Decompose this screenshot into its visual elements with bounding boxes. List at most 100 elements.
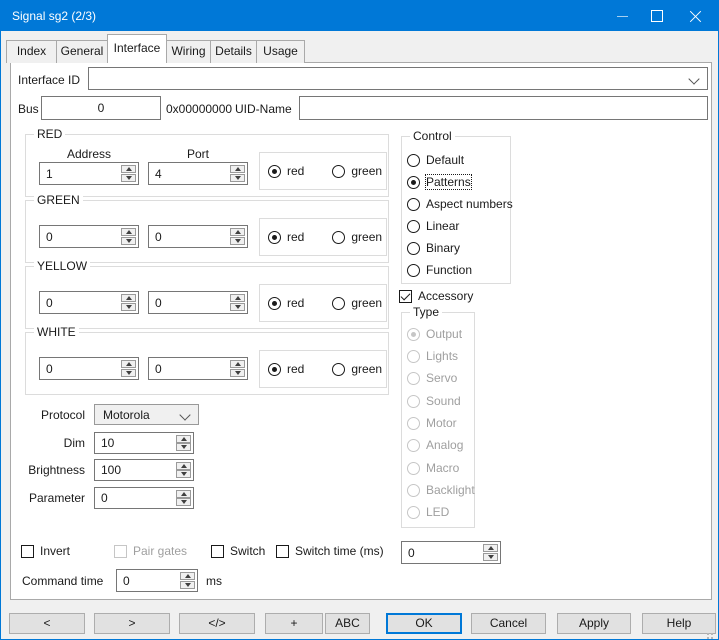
yellow-port-spinner[interactable]: 0 <box>148 291 248 314</box>
spinner-up-button[interactable] <box>176 490 191 498</box>
spinner-up-button[interactable] <box>121 294 136 302</box>
green-address-spinner[interactable]: 0 <box>39 225 139 248</box>
spinner-up-button[interactable] <box>180 572 195 580</box>
type-macro-radio: Macro <box>407 461 459 475</box>
switch-time-checkbox[interactable]: Switch time (ms) <box>276 544 384 558</box>
tab-wiring[interactable]: Wiring <box>166 40 211 63</box>
red-port-label: Port <box>148 147 248 161</box>
spinner-up-button[interactable] <box>230 228 245 236</box>
checkbox-icon <box>211 545 224 558</box>
radio-icon <box>407 242 420 255</box>
group-yellow-title: YELLOW <box>34 259 90 273</box>
apply-button[interactable]: Apply <box>557 613 631 634</box>
red-port-spinner[interactable]: 4 <box>148 162 248 185</box>
white-address-spinner[interactable]: 0 <box>39 357 139 380</box>
green-gate-green-radio[interactable]: green <box>332 230 382 244</box>
protocol-dropdown[interactable]: Motorola <box>94 404 199 425</box>
radio-icon <box>268 363 281 376</box>
spinner-down-button[interactable] <box>121 237 136 245</box>
spinner-down-button[interactable] <box>230 369 245 377</box>
switch-time-spinner[interactable]: 0 <box>401 541 501 564</box>
brightness-spinner[interactable]: 100 <box>94 459 194 481</box>
close-button[interactable] <box>673 1 717 31</box>
spinner-down-button[interactable] <box>176 443 191 451</box>
interface-id-combobox[interactable] <box>88 67 708 90</box>
radio-icon <box>407 264 420 277</box>
green-port-spinner[interactable]: 0 <box>148 225 248 248</box>
spinner-up-button[interactable] <box>121 360 136 368</box>
uid-name-label: UID-Name <box>235 102 292 116</box>
spinner-down-button[interactable] <box>121 303 136 311</box>
help-button[interactable]: Help <box>642 613 716 634</box>
spinner-down-button[interactable] <box>176 498 191 506</box>
spinner-up-button[interactable] <box>176 435 191 443</box>
resize-grip[interactable] <box>711 633 713 635</box>
command-time-spinner[interactable]: 0 <box>116 569 198 592</box>
control-patterns-radio[interactable]: Patterns <box>407 175 471 189</box>
tab-usage[interactable]: Usage <box>256 40 305 63</box>
tab-details[interactable]: Details <box>210 40 257 63</box>
radio-icon <box>407 417 420 430</box>
next-button[interactable]: > <box>94 613 170 634</box>
spinner-up-button[interactable] <box>230 165 245 173</box>
xml-button[interactable]: </> <box>179 613 255 634</box>
bus-field[interactable]: 0 <box>41 96 161 120</box>
control-aspect-numbers-radio[interactable]: Aspect numbers <box>407 197 513 211</box>
invert-checkbox[interactable]: Invert <box>21 544 70 558</box>
yellow-gate-red-radio[interactable]: red <box>268 296 304 310</box>
spinner-up-button[interactable] <box>176 462 191 470</box>
cancel-button[interactable]: Cancel <box>471 613 546 634</box>
minimize-button[interactable] <box>605 1 639 31</box>
spinner-down-button[interactable] <box>483 553 498 561</box>
titlebar[interactable]: Signal sg2 (2/3) <box>1 1 718 31</box>
invert-label: Invert <box>40 544 70 558</box>
control-linear-radio[interactable]: Linear <box>407 219 459 233</box>
parameter-label: Parameter <box>11 491 85 505</box>
radio-icon <box>407 198 420 211</box>
type-servo-radio: Servo <box>407 371 457 385</box>
green-gate-red-radio[interactable]: red <box>268 230 304 244</box>
tab-interface[interactable]: Interface <box>107 34 167 63</box>
spinner-down-button[interactable] <box>121 369 136 377</box>
add-button[interactable]: + <box>265 613 323 634</box>
red-address-spinner[interactable]: 1 <box>39 162 139 185</box>
spinner-up-button[interactable] <box>121 165 136 173</box>
radio-icon <box>407 506 420 519</box>
ok-button[interactable]: OK <box>386 613 462 634</box>
bus-label: Bus <box>18 102 39 116</box>
spinner-up-button[interactable] <box>483 544 498 552</box>
spinner-up-button[interactable] <box>230 294 245 302</box>
red-gate-red-radio[interactable]: red <box>268 164 304 178</box>
white-port-spinner[interactable]: 0 <box>148 357 248 380</box>
red-gate-green-radio[interactable]: green <box>332 164 382 178</box>
tab-general[interactable]: General <box>56 40 108 63</box>
spinner-up-button[interactable] <box>121 228 136 236</box>
red-gate-box: red green <box>259 152 387 190</box>
yellow-address-spinner[interactable]: 0 <box>39 291 139 314</box>
maximize-button[interactable] <box>639 1 675 31</box>
parameter-spinner[interactable]: 0 <box>94 487 194 509</box>
spinner-down-button[interactable] <box>121 174 136 182</box>
control-default-radio[interactable]: Default <box>407 153 464 167</box>
white-gate-red-radio[interactable]: red <box>268 362 304 376</box>
accessory-checkbox[interactable]: Accessory <box>399 289 473 303</box>
tab-index[interactable]: Index <box>6 40 57 63</box>
spinner-down-button[interactable] <box>230 303 245 311</box>
uid-name-field[interactable] <box>299 96 708 120</box>
control-binary-radio[interactable]: Binary <box>407 241 460 255</box>
control-function-radio[interactable]: Function <box>407 263 472 277</box>
spinner-down-button[interactable] <box>230 174 245 182</box>
type-sound-radio: Sound <box>407 394 461 408</box>
yellow-gate-green-radio[interactable]: green <box>332 296 382 310</box>
prev-button[interactable]: < <box>9 613 85 634</box>
white-gate-green-radio[interactable]: green <box>332 362 382 376</box>
dim-spinner[interactable]: 10 <box>94 432 194 454</box>
abc-button[interactable]: ABC <box>325 613 370 634</box>
spinner-down-button[interactable] <box>176 470 191 478</box>
spinner-up-button[interactable] <box>230 360 245 368</box>
switch-checkbox[interactable]: Switch <box>211 544 265 558</box>
spinner-down-button[interactable] <box>230 237 245 245</box>
spinner-down-button[interactable] <box>180 581 195 589</box>
radio-icon <box>407 439 420 452</box>
type-backlight-radio: Backlight <box>407 483 475 497</box>
